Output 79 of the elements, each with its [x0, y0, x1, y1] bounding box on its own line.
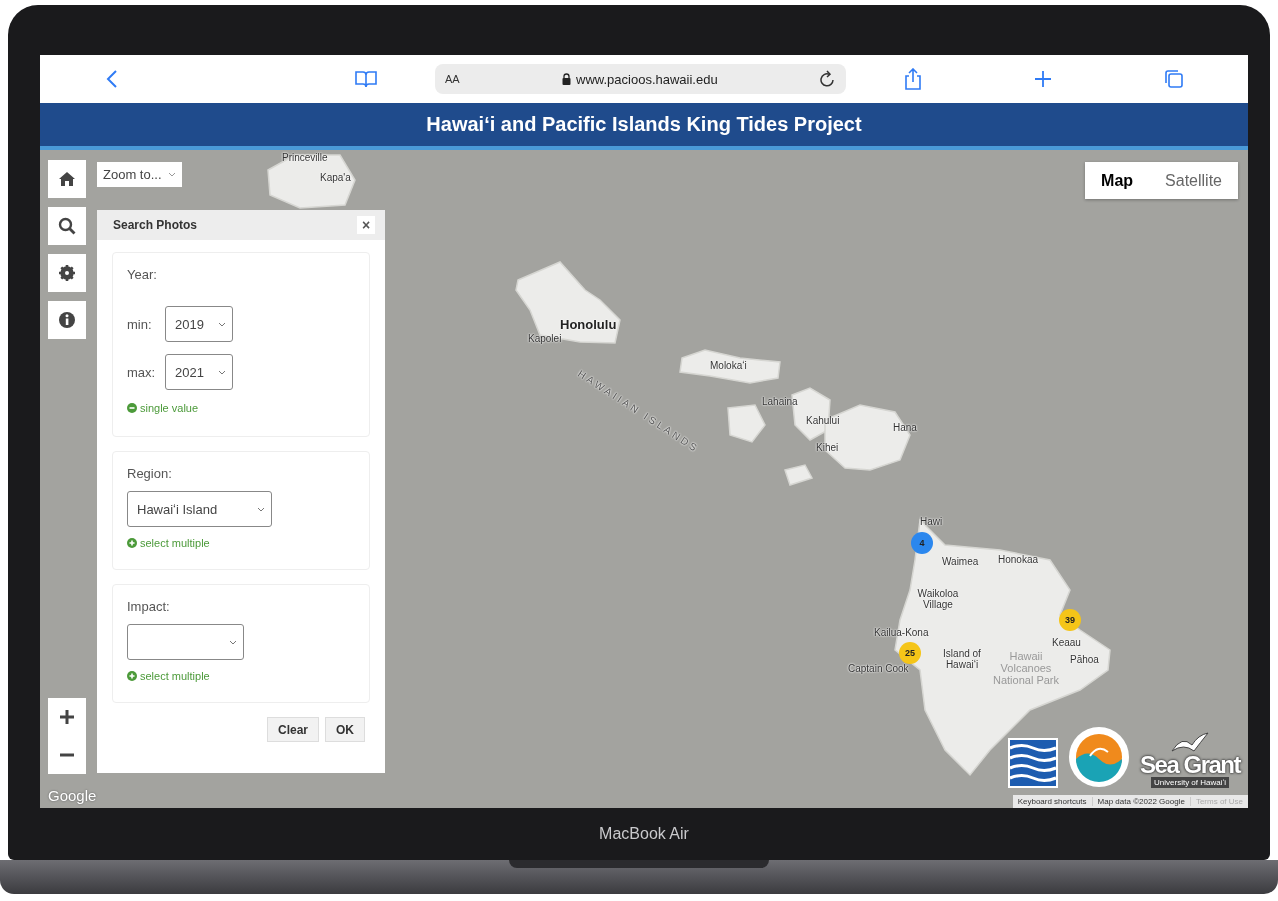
- minus-icon: [59, 753, 75, 757]
- reload-icon[interactable]: [820, 70, 836, 88]
- search-button[interactable]: [48, 207, 86, 245]
- panel-button[interactable]: OK: [325, 717, 365, 742]
- cluster-marker[interactable]: 4: [911, 532, 933, 554]
- place-label: Pāhoa: [1070, 654, 1099, 665]
- page-title: Hawaiʻi and Pacific Islands King Tides Project: [426, 113, 862, 136]
- settings-icon: [58, 264, 76, 282]
- panel-button[interactable]: Clear: [266, 717, 319, 742]
- device-label: MacBook Air: [599, 825, 689, 843]
- place-label: Molokaʻi: [710, 360, 747, 371]
- wave-logo: [1008, 738, 1059, 788]
- info-button[interactable]: [48, 301, 86, 339]
- map-type-tab[interactable]: Satellite: [1149, 162, 1238, 199]
- place-label: Kihei: [816, 442, 839, 453]
- cluster-marker[interactable]: 39: [1059, 609, 1081, 631]
- bird-icon: [1170, 731, 1211, 753]
- dropdown-select[interactable]: [127, 624, 244, 660]
- field-label: Impact:: [127, 599, 171, 614]
- address-bar[interactable]: AA www.pacioos.hawaii.edu: [435, 64, 846, 94]
- url-text: www.pacioos.hawaii.edu: [576, 71, 718, 87]
- place-label: Honokaa: [998, 554, 1039, 565]
- back-icon[interactable]: [106, 69, 118, 89]
- place-label: Kapolei: [528, 333, 562, 344]
- panel-title: Search Photos: [113, 218, 198, 232]
- caret-icon: [218, 369, 226, 375]
- close-button[interactable]: ×: [357, 216, 375, 234]
- place-label: Honolulu: [560, 318, 617, 333]
- share-icon[interactable]: [904, 68, 922, 90]
- place-label: Princeville: [282, 152, 328, 163]
- field-label: min:: [127, 316, 153, 332]
- place-label: Kailua-Kona: [874, 627, 929, 638]
- minus-circle-icon: [127, 403, 137, 413]
- field-label: max:: [127, 364, 157, 380]
- plus-circle-icon: [127, 538, 137, 548]
- toggle-link[interactable]: select multiple: [127, 537, 210, 549]
- place-label: Kapa'a: [320, 172, 351, 183]
- attribution-link[interactable]: Map data ©2022 Google: [1092, 797, 1191, 806]
- island-shape: [784, 464, 814, 486]
- search-icon: [58, 217, 76, 235]
- place-label: Hana: [893, 422, 917, 433]
- place-label: Waikoloa Village: [916, 588, 960, 610]
- provider-logo: Google: [48, 787, 97, 804]
- place-label: Kahului: [806, 415, 840, 426]
- info-icon: [58, 311, 76, 329]
- book-icon[interactable]: [355, 70, 377, 88]
- place-label: Captain Cook: [848, 663, 909, 674]
- place-label: Waimea: [942, 556, 979, 567]
- lock-icon: [562, 73, 571, 85]
- min-year-select[interactable]: 2019: [165, 306, 233, 342]
- place-label: Keaau: [1052, 637, 1081, 648]
- place-label: Hawi: [920, 516, 943, 527]
- field-label: Region:: [127, 466, 173, 481]
- plus-icon: [59, 709, 75, 725]
- home-button[interactable]: [48, 160, 86, 198]
- logo-subtitle: University of Hawaiʻi: [1151, 777, 1230, 788]
- circle-logo: [1069, 727, 1130, 787]
- field-label: Year:: [127, 267, 158, 282]
- island-shape: [727, 404, 766, 443]
- caret-icon: [229, 639, 237, 645]
- dropdown-select[interactable]: Hawaiʻi Island: [127, 491, 272, 527]
- caret-icon: [257, 506, 265, 512]
- tabs-icon[interactable]: [1164, 69, 1184, 89]
- attribution-link[interactable]: Keyboard shortcuts: [1012, 797, 1093, 806]
- place-label: Island of Hawaiʻi: [942, 648, 982, 670]
- toggle-link[interactable]: select multiple: [127, 670, 210, 682]
- max-year-select[interactable]: 2021: [165, 354, 233, 390]
- plus-circle-icon: [127, 671, 137, 681]
- place-label: Hawaii Volcanoes National Park: [991, 650, 1060, 687]
- map-type-tab[interactable]: Map: [1085, 162, 1150, 199]
- logo-title: Sea Grant: [1140, 753, 1240, 777]
- home-icon: [58, 170, 76, 188]
- text-size-button[interactable]: AA: [445, 73, 460, 85]
- caret-icon: [167, 172, 176, 177]
- caret-icon: [218, 321, 226, 327]
- settings-button[interactable]: [48, 254, 86, 292]
- zoom-to-select[interactable]: Zoom to...: [97, 162, 182, 187]
- toggle-link[interactable]: single value: [127, 402, 199, 414]
- plus-icon[interactable]: [1034, 70, 1052, 88]
